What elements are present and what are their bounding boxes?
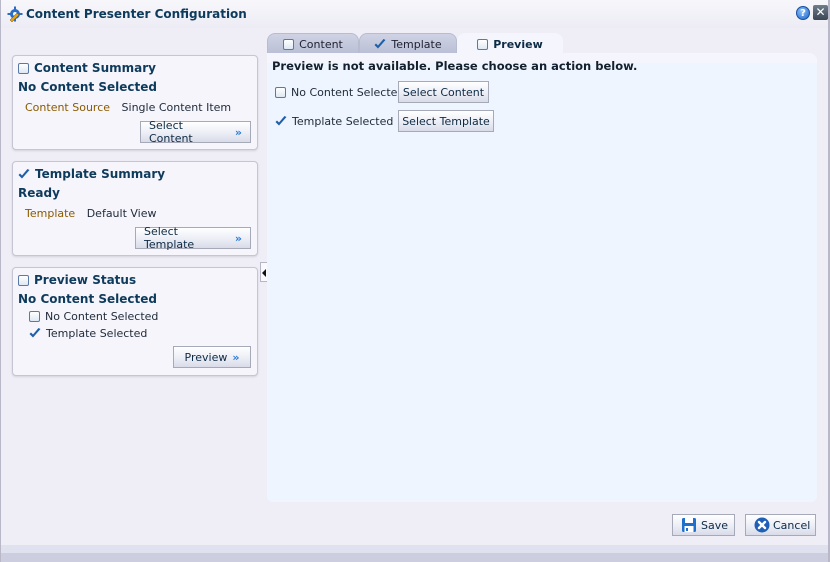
title-bar: Content Presenter Configuration ? ✕ xyxy=(1,0,828,28)
template-selected-label: Template Selected xyxy=(292,115,394,128)
chevron-right-icon: » xyxy=(234,125,242,139)
save-button[interactable]: Save xyxy=(672,514,735,536)
close-icon[interactable]: ✕ xyxy=(813,5,828,20)
preview-status-panel: Preview Status No Content Selected No Co… xyxy=(12,267,258,376)
content-source-row: Content Source Single Content Item xyxy=(25,101,231,114)
content-source-value: Single Content Item xyxy=(121,101,232,114)
select-template-button[interactable]: Select Template » xyxy=(135,225,251,251)
checkmark-icon xyxy=(374,38,386,48)
select-content-label: Select Content xyxy=(149,119,193,145)
main-select-template-button[interactable]: Select Template xyxy=(398,110,494,132)
select-template-label: Select Template xyxy=(144,225,195,251)
template-label: Template xyxy=(25,207,76,220)
checkbox-unchecked-icon xyxy=(29,311,40,322)
cancel-icon xyxy=(754,517,770,533)
window-bottom-border xyxy=(1,553,828,562)
template-summary-title: Template Summary xyxy=(35,167,166,181)
content-summary-panel: Content Summary No Content Selected Cont… xyxy=(12,55,258,150)
chevron-right-icon: » xyxy=(234,231,242,245)
checkbox-unchecked-icon xyxy=(283,38,295,50)
select-content-button[interactable]: Select Content » xyxy=(140,119,251,145)
template-value: Default View xyxy=(86,207,157,220)
no-content-label: No Content Selected xyxy=(291,86,405,99)
preview-status-status: No Content Selected xyxy=(18,292,158,306)
no-content-row: No Content Selected xyxy=(275,86,404,99)
dialog-window: Content Presenter Configuration ? ✕ Cont… xyxy=(0,0,830,562)
template-selected-row: Template Selected xyxy=(275,115,393,128)
preview-status-item: No Content Selected xyxy=(29,310,158,323)
checkmark-icon xyxy=(18,168,30,178)
tab-preview[interactable]: Preview xyxy=(457,33,563,55)
checkmark-icon xyxy=(275,116,287,126)
gear-pencil-icon xyxy=(7,6,23,22)
preview-status-item: Template Selected xyxy=(29,327,147,340)
save-label: Save xyxy=(701,518,729,532)
preview-status-title: Preview Status xyxy=(34,273,137,287)
tab-template-label: Template xyxy=(391,37,442,51)
checkbox-unchecked-icon xyxy=(477,38,489,50)
help-icon[interactable]: ? xyxy=(796,6,810,20)
template-summary-status: Ready xyxy=(18,186,60,200)
checkbox-unchecked-icon xyxy=(18,274,29,286)
preview-status-item-label: Template Selected xyxy=(46,327,148,340)
cancel-button[interactable]: Cancel xyxy=(745,514,816,536)
tab-template[interactable]: Template xyxy=(359,33,457,54)
template-summary-panel: Template Summary Ready Template Default … xyxy=(12,161,258,256)
content-summary-header: Content Summary xyxy=(18,61,156,75)
checkbox-unchecked-icon xyxy=(18,62,29,74)
cancel-label: Cancel xyxy=(773,518,811,532)
preview-button[interactable]: Preview » xyxy=(173,346,251,368)
preview-tab-content: Preview is not available. Please choose … xyxy=(267,53,817,502)
save-icon xyxy=(682,518,696,532)
tab-preview-label: Preview xyxy=(493,37,543,51)
content-source-label: Content Source xyxy=(25,101,111,114)
preview-label: Preview xyxy=(184,350,228,364)
dialog-title: Content Presenter Configuration xyxy=(26,7,247,21)
tab-content[interactable]: Content xyxy=(267,33,359,54)
tab-content-label: Content xyxy=(299,37,343,51)
content-summary-status: No Content Selected xyxy=(18,80,158,94)
preview-status-header: Preview Status xyxy=(18,273,136,287)
content-summary-title: Content Summary xyxy=(34,61,156,75)
main-select-content-button[interactable]: Select Content xyxy=(398,81,489,103)
checkmark-icon xyxy=(29,328,41,338)
main-select-template-label: Select Template xyxy=(402,114,490,128)
main-select-content-label: Select Content xyxy=(402,85,485,99)
chevron-right-icon: » xyxy=(232,350,240,364)
template-row: Template Default View xyxy=(25,207,157,220)
footer-strip xyxy=(1,545,828,553)
preview-status-item-label: No Content Selected xyxy=(45,310,159,323)
checkbox-unchecked-icon xyxy=(275,87,286,98)
template-summary-header: Template Summary xyxy=(18,167,165,181)
preview-message: Preview is not available. Please choose … xyxy=(272,59,638,73)
